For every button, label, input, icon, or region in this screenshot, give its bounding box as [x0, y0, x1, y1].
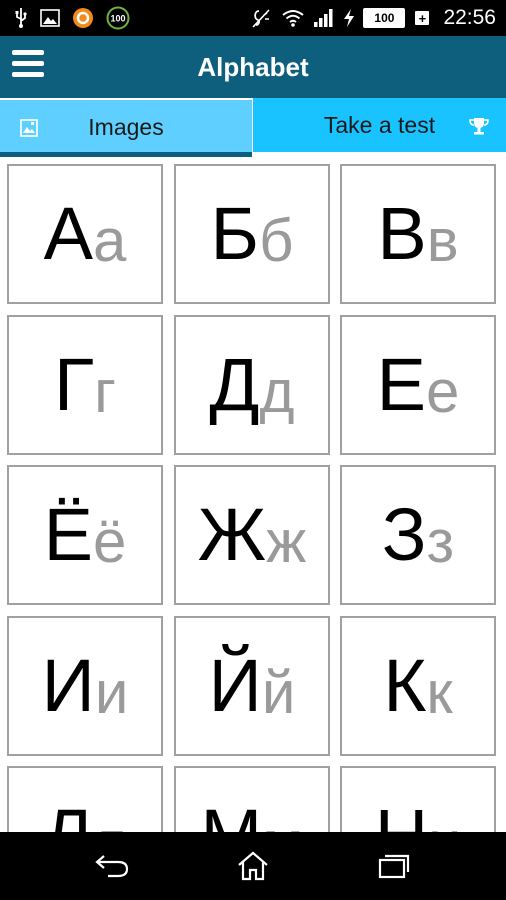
letter-upper: Д	[209, 343, 260, 426]
trophy-icon	[468, 115, 490, 137]
letter-lower: з	[426, 508, 455, 575]
letter-card[interactable]: Йй	[174, 616, 330, 756]
letter-lower: н	[428, 813, 461, 833]
letter-lower: м	[262, 813, 303, 833]
letter-upper: Б	[210, 192, 260, 275]
menu-bar-line	[12, 61, 44, 66]
back-button[interactable]	[90, 846, 134, 886]
letter-card[interactable]: Бб	[174, 164, 330, 304]
letter-card[interactable]: Вв	[340, 164, 496, 304]
recent-apps-icon	[378, 854, 410, 879]
usb-icon	[14, 7, 28, 29]
battery-level: 100	[363, 8, 406, 28]
letter-card[interactable]: Кк	[340, 616, 496, 756]
battery-plus: +	[415, 11, 430, 26]
charging-icon	[343, 8, 355, 28]
app-bar: Alphabet	[0, 36, 506, 98]
tab-take-a-test-label: Take a test	[323, 111, 436, 138]
tab-images-label: Images	[88, 113, 164, 140]
letter-lower: й	[261, 659, 296, 726]
app-notification-icon	[72, 7, 94, 29]
letter-card[interactable]: Жж	[174, 465, 330, 605]
letter-lower: в	[426, 207, 459, 274]
status-left-icons: 100	[14, 0, 130, 36]
letter-lower: и	[94, 659, 129, 726]
status-bar: 100 100 + 22:56	[0, 0, 506, 36]
menu-bar-line	[12, 72, 44, 77]
letter-card[interactable]: Ее	[340, 315, 496, 455]
letter-card[interactable]: Дд	[174, 315, 330, 455]
clock: 22:56	[443, 6, 496, 29]
letter-upper: Ж	[197, 493, 267, 576]
status-right-icons: 100 + 22:56	[249, 0, 496, 36]
letter-lower: к	[426, 659, 453, 726]
letter-lower: д	[259, 358, 295, 425]
menu-bar-line	[12, 50, 44, 55]
letter-upper: Г	[54, 343, 95, 426]
tab-indicator	[0, 152, 252, 157]
page-title: Alphabet	[197, 52, 309, 82]
letter-lower: л	[92, 813, 127, 833]
letter-lower: ё	[93, 508, 127, 575]
letter-card[interactable]: Ёё	[7, 465, 163, 605]
menu-button[interactable]	[12, 50, 46, 84]
badge-100-text: 100	[110, 14, 125, 24]
letter-lower: г	[94, 358, 116, 425]
letter-upper: А	[43, 192, 93, 275]
letter-upper: К	[383, 644, 427, 727]
signal-icon	[313, 8, 335, 28]
letter-card[interactable]: Гг	[7, 315, 163, 455]
wifi-icon	[281, 8, 305, 28]
letter-lower: е	[425, 358, 460, 425]
home-button[interactable]	[231, 846, 275, 886]
letter-lower: ж	[266, 508, 307, 575]
letter-upper: М	[201, 799, 263, 833]
letter-lower: а	[92, 207, 127, 274]
letter-upper: И	[41, 644, 95, 727]
letter-card[interactable]: Мм	[174, 766, 330, 832]
letter-upper: Н	[375, 799, 428, 833]
letter-card[interactable]: Нн	[340, 766, 496, 832]
letter-card[interactable]: Зз	[340, 465, 496, 605]
letter-card[interactable]: Ии	[7, 616, 163, 756]
tab-take-a-test[interactable]: Take a test	[253, 98, 506, 152]
letter-lower: б	[259, 207, 294, 274]
home-icon	[238, 851, 268, 881]
letter-upper: Е	[376, 343, 426, 426]
letter-upper: Ё	[43, 493, 94, 576]
letter-upper: Л	[43, 799, 92, 833]
letter-grid: Аа Бб Вв Гг Дд Ее Ёё Жж Зз Ии Йй Кк Лл М…	[0, 158, 506, 832]
back-icon	[95, 855, 129, 878]
tab-images[interactable]: Images	[0, 98, 252, 154]
image-icon	[40, 9, 60, 27]
nav-bar	[0, 832, 506, 900]
letter-upper: В	[377, 192, 427, 275]
letter-upper: З	[381, 493, 427, 576]
tab-bar: Images Take a test	[0, 98, 506, 158]
letter-card[interactable]: Лл	[7, 766, 163, 832]
letter-card[interactable]: Аа	[7, 164, 163, 304]
hearing-aid-icon	[249, 7, 273, 29]
recent-apps-button[interactable]	[372, 846, 416, 886]
letter-upper: Й	[208, 644, 262, 727]
badge-100-icon: 100	[106, 6, 130, 30]
image-icon	[18, 117, 40, 139]
